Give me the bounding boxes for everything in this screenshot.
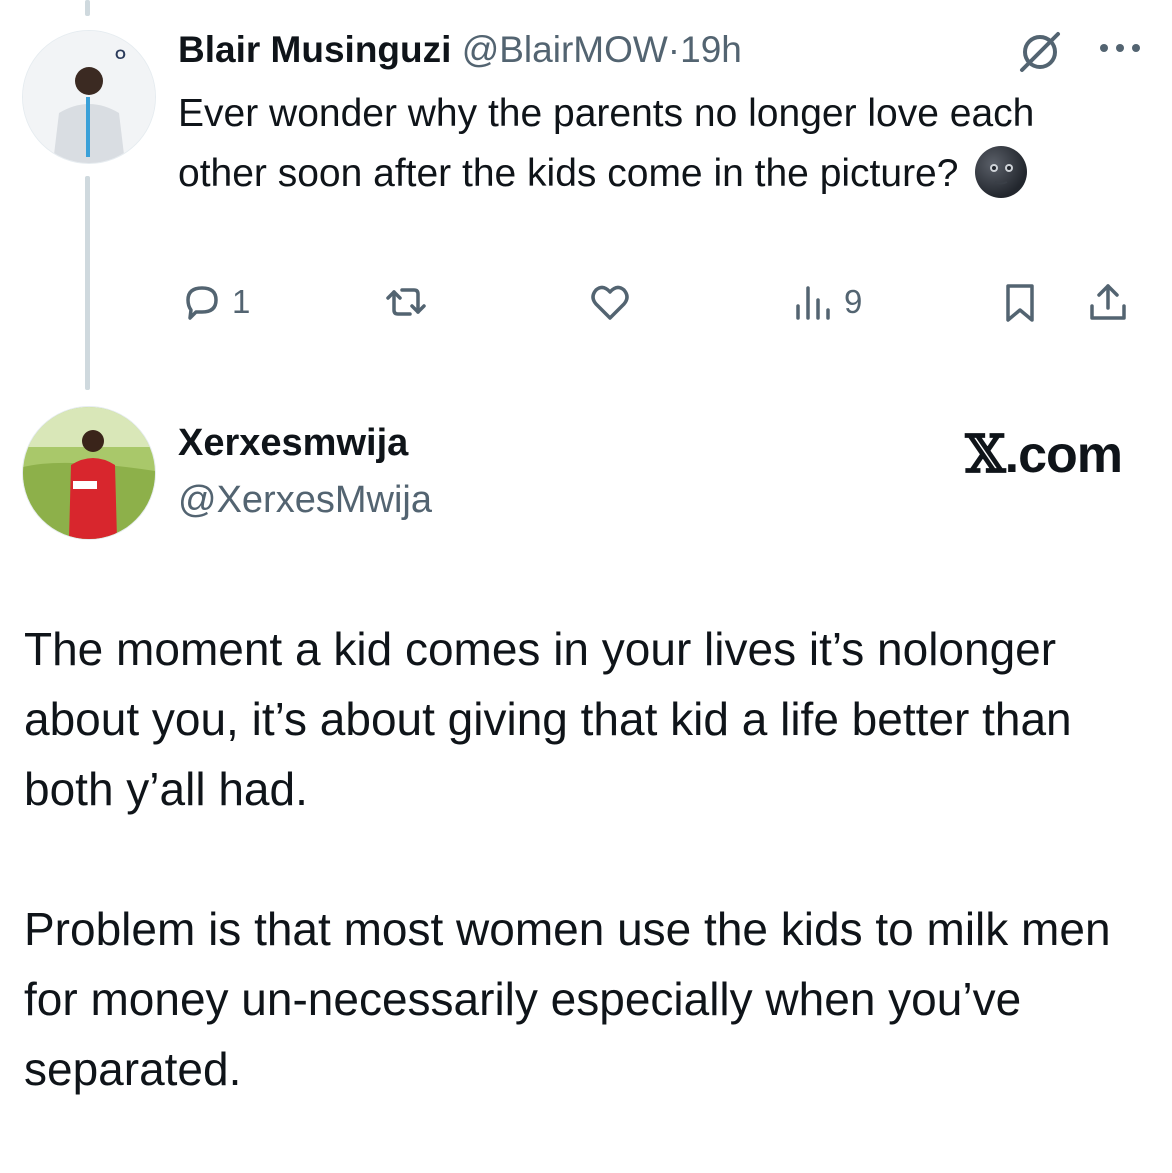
- views-icon: [796, 286, 830, 320]
- watermark-suffix: .com: [1004, 426, 1123, 484]
- reply-button[interactable]: 1: [178, 278, 250, 326]
- like-button[interactable]: [586, 278, 640, 326]
- tweet-text: Ever wonder why the parents no longer lo…: [178, 84, 1078, 204]
- x-logo-icon: 𝕏: [965, 424, 1005, 485]
- reply-paragraph: Problem is that most women use the kids …: [24, 903, 1111, 1095]
- reply-text: The moment a kid comes in your lives it’…: [24, 614, 1144, 1104]
- avatar-blair[interactable]: O: [22, 30, 156, 164]
- display-name[interactable]: Blair Musinguzi: [178, 29, 451, 70]
- avatar-xerxes-image: [23, 407, 155, 539]
- separator: ·: [667, 29, 681, 70]
- repost-button[interactable]: [382, 278, 436, 326]
- bookmark-icon: [1006, 284, 1034, 322]
- share-icon: [1090, 284, 1126, 320]
- timestamp[interactable]: 19h: [680, 29, 742, 70]
- reply-display-name[interactable]: Xerxesmwija: [178, 418, 408, 468]
- thread-line: [85, 176, 90, 390]
- tweet-body: Ever wonder why the parents no longer lo…: [178, 92, 1035, 195]
- tweet-actions: 1 9: [178, 278, 1140, 328]
- reply-icon: [186, 286, 218, 320]
- svg-text:O: O: [115, 46, 126, 62]
- avatar-xerxes[interactable]: [22, 406, 156, 540]
- new-moon-face-emoji: [975, 146, 1028, 198]
- reply-count: 1: [232, 283, 251, 320]
- like-icon: [591, 285, 629, 320]
- view-count: 9: [844, 283, 863, 320]
- repost-icon: [386, 288, 426, 316]
- xcom-watermark: 𝕏.com: [965, 420, 1123, 490]
- more-icon[interactable]: [1096, 40, 1144, 61]
- thread-line-top: [85, 0, 90, 16]
- grok-icon[interactable]: [1014, 26, 1066, 83]
- tweet-header: Blair Musinguzi @BlairMOW·19h: [178, 26, 742, 74]
- user-handle[interactable]: @BlairMOW: [462, 29, 668, 70]
- bookmark-button[interactable]: [996, 278, 1044, 326]
- views-button[interactable]: 9: [790, 278, 862, 326]
- reply-paragraph: The moment a kid comes in your lives it’…: [24, 623, 1072, 815]
- share-button[interactable]: [1084, 278, 1132, 326]
- avatar-blair-image: O: [23, 31, 155, 163]
- reply-handle[interactable]: @XerxesMwija: [178, 475, 432, 525]
